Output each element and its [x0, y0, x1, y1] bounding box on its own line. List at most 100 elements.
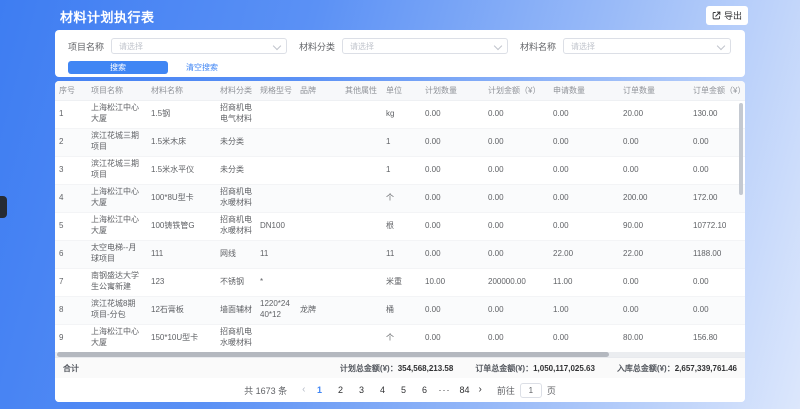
materials-table: 序号项目名称材料名称材料分类规格型号品牌其他属性单位计划数量计划金额（¥）申请数…: [55, 81, 745, 353]
table-header-row: 序号项目名称材料名称材料分类规格型号品牌其他属性单位计划数量计划金额（¥）申请数…: [55, 81, 745, 100]
table-cell: [256, 156, 296, 184]
column-header: 单位: [382, 81, 421, 100]
table-row: 3滨江花城三期项目1.5米水平仪未分类10.000.000.000.000.00: [55, 156, 745, 184]
table-cell: 0.00: [549, 324, 619, 352]
summary-row: 合计 计划总金额(¥)：354,568,213.58订单总金额(¥)：1,050…: [55, 357, 745, 378]
select-placeholder: 请选择: [119, 41, 143, 52]
chevron-down-icon: [494, 42, 502, 50]
table-cell: 0.00: [421, 240, 484, 268]
table-cell: 5: [55, 212, 87, 240]
table-cell: [296, 268, 341, 296]
table-cell: *: [256, 268, 296, 296]
table-cell: 7: [55, 268, 87, 296]
column-header: 订单金额（¥）: [689, 81, 745, 100]
filter-actions: 搜索 清空搜索: [68, 61, 732, 74]
table-cell: [256, 324, 296, 352]
page-button-5[interactable]: 5: [397, 385, 411, 395]
export-button[interactable]: 导出: [706, 6, 748, 25]
table-cell: 未分类: [216, 156, 256, 184]
column-header: 其他属性: [341, 81, 382, 100]
table-cell: 0.00: [484, 212, 549, 240]
table-row: 6太空电梯--月球项目111网线11110.000.0022.0022.0011…: [55, 240, 745, 268]
table-cell: 0.00: [421, 324, 484, 352]
page-ellipsis: ···: [439, 385, 451, 395]
vertical-scrollbar[interactable]: [739, 103, 743, 195]
table-cell: 200000.00: [484, 268, 549, 296]
table-row: 2滨江花城三期项目1.5米木床未分类10.000.000.000.000.00: [55, 128, 745, 156]
material-name-select[interactable]: 请选择: [563, 38, 731, 54]
table-row: 7南钢盛达大学生公寓新建123不锈钢*米重10.00200000.0011.00…: [55, 268, 745, 296]
table-cell: 80.00: [619, 324, 689, 352]
table-cell: 招商机电水暖材料: [216, 184, 256, 212]
summary-item: 订单总金额(¥)：1,050,117,025.63: [475, 363, 595, 374]
table-cell: 0.00: [484, 184, 549, 212]
drawer-handle[interactable]: [0, 196, 7, 218]
table-cell: 上海松江中心大厦: [87, 100, 147, 128]
page-title: 材料计划执行表: [60, 7, 155, 26]
prev-page-button[interactable]: ‹: [302, 385, 305, 395]
column-header: 材料分类: [216, 81, 256, 100]
table-cell: 0.00: [549, 100, 619, 128]
table-cell: 22.00: [619, 240, 689, 268]
table-cell: 墙面辅材: [216, 296, 256, 324]
page-button-2[interactable]: 2: [334, 385, 348, 395]
table-cell: 招商机电电气材料: [216, 100, 256, 128]
summary-item-label: 入库总金额(¥)：: [617, 364, 675, 373]
table-cell: 0.00: [619, 268, 689, 296]
table-cell: 0.00: [689, 268, 745, 296]
table-cell: 0.00: [421, 128, 484, 156]
search-button[interactable]: 搜索: [68, 61, 168, 74]
next-page-button[interactable]: ›: [479, 385, 482, 395]
page-button-3[interactable]: 3: [355, 385, 369, 395]
table-cell: 172.00: [689, 184, 745, 212]
material-category-select[interactable]: 请选择: [342, 38, 508, 54]
table-panel: 序号项目名称材料名称材料分类规格型号品牌其他属性单位计划数量计划金额（¥）申请数…: [55, 81, 745, 402]
table-cell: 1220*2440*12: [256, 296, 296, 324]
page-button-1[interactable]: 1: [313, 385, 327, 395]
clear-search-link[interactable]: 清空搜索: [186, 62, 218, 73]
table-cell: [341, 212, 382, 240]
table-cell: 0.00: [549, 156, 619, 184]
page-button-6[interactable]: 6: [418, 385, 432, 395]
table-cell: 156.80: [689, 324, 745, 352]
table-cell: 0.00: [689, 156, 745, 184]
table-cell: 0.00: [421, 296, 484, 324]
table-cell: 1.00: [549, 296, 619, 324]
table-cell: 0.00: [421, 184, 484, 212]
table-cell: 22.00: [549, 240, 619, 268]
table-cell: [256, 184, 296, 212]
table-cell: 1: [382, 128, 421, 156]
table-cell: 100铸铁管G: [147, 212, 216, 240]
table-cell: DN100: [256, 212, 296, 240]
table-cell: 1188.00: [689, 240, 745, 268]
table-cell: 11.00: [549, 268, 619, 296]
column-header: 材料名称: [147, 81, 216, 100]
table-cell: 9: [55, 324, 87, 352]
filter-label: 材料分类: [299, 40, 335, 53]
page-button-4[interactable]: 4: [376, 385, 390, 395]
table-cell: 4: [55, 184, 87, 212]
table-cell: [341, 128, 382, 156]
table-cell: 上海松江中心大厦: [87, 184, 147, 212]
chevron-down-icon: [273, 42, 281, 50]
table-cell: [296, 156, 341, 184]
table-cell: 0.00: [421, 212, 484, 240]
project-name-select[interactable]: 请选择: [111, 38, 287, 54]
column-header: 计划金额（¥）: [484, 81, 549, 100]
table-cell: [296, 240, 341, 268]
table-cell: 200.00: [619, 184, 689, 212]
column-header: 项目名称: [87, 81, 147, 100]
goto-page: 前往 页: [497, 383, 556, 398]
table-cell: 不锈钢: [216, 268, 256, 296]
page-button-84[interactable]: 84: [458, 385, 472, 395]
table-scroll-area: 序号项目名称材料名称材料分类规格型号品牌其他属性单位计划数量计划金额（¥）申请数…: [55, 81, 745, 357]
table-cell: 0.00: [549, 212, 619, 240]
goto-page-input[interactable]: [520, 383, 542, 398]
table-cell: 1.5米水平仪: [147, 156, 216, 184]
table-cell: 100*8U型卡: [147, 184, 216, 212]
summary-total-label: 合计: [63, 363, 79, 374]
table-cell: 网线: [216, 240, 256, 268]
table-cell: [296, 324, 341, 352]
table-cell: 6: [55, 240, 87, 268]
table-row: 8滨江花城8期项目-分包12石膏板墙面辅材1220*2440*12龙牌桶0.00…: [55, 296, 745, 324]
